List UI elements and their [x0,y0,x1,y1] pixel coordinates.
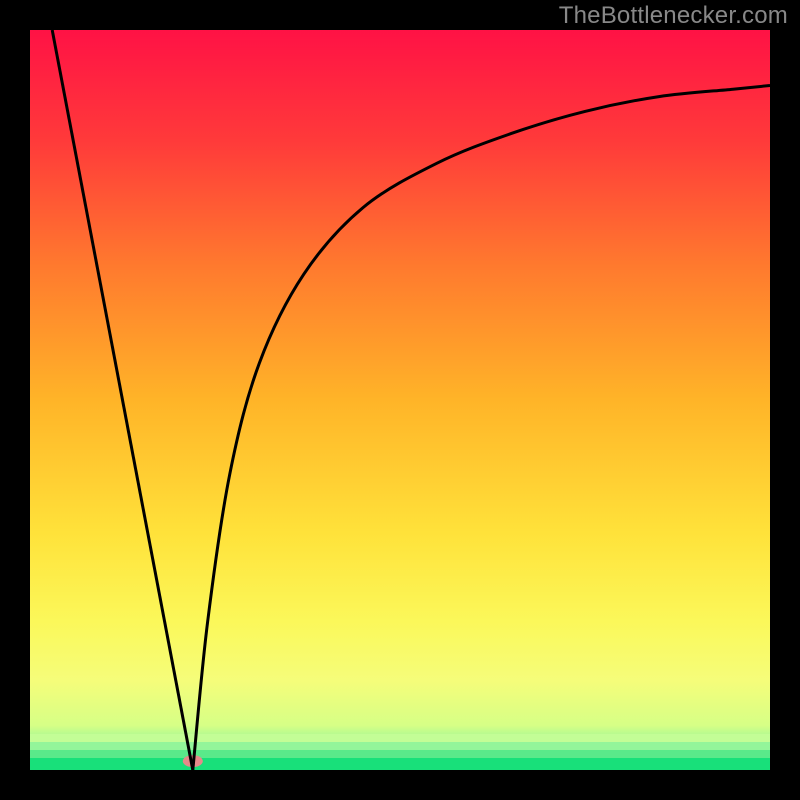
chart-container: TheBottlenecker.com [0,0,800,800]
green-bottom-band [30,734,770,770]
plot-area [30,30,770,770]
watermark-text: TheBottlenecker.com [559,2,788,30]
gradient-background [30,30,770,770]
plot-svg [30,30,770,770]
